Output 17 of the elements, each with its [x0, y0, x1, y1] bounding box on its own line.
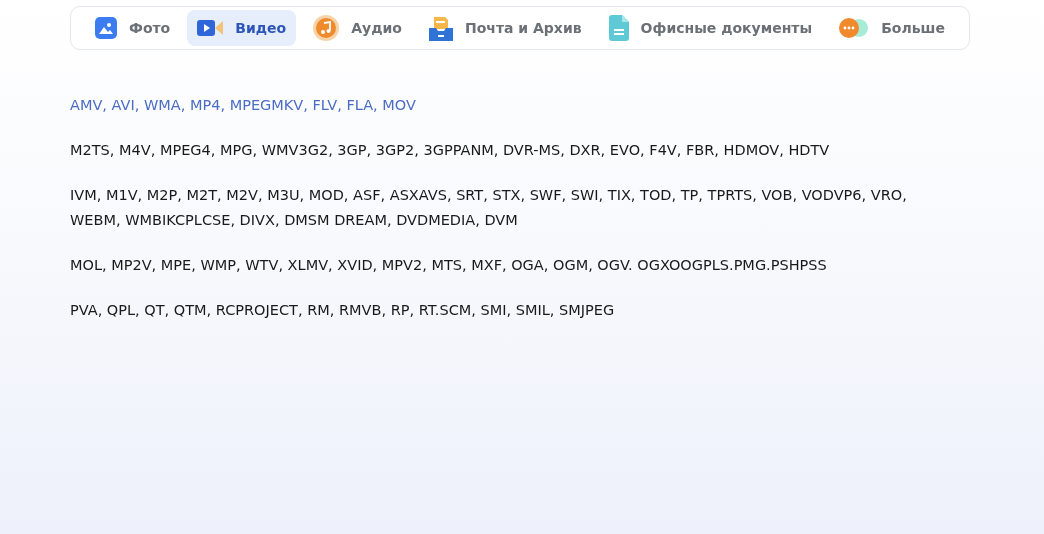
image-icon	[95, 17, 117, 39]
category-tab[interactable]: Почта и Архив	[418, 10, 592, 46]
inbox-tray-icon	[428, 15, 453, 41]
format-list-text: MOL, MP2V, MPE, WMP, WTV, XLMV, XVID, MPV2, MTS, MXF, OGA, OGM, OGV. OGXOOGPLS.PMG.PSHPSS	[70, 256, 828, 275]
format-list-text: IVM, M1V, M2P, M2T, M2V, M3U, MOD, ASF, ASXAVS, SRT, STX, SWF, SWI, TIX, TOD, TP, TPRTS, VOB, VODVP6, VRO, WEBM, WMBIKCPLCSE, DIVX, DMSM DREAM, DVDMEDIA, DVM	[70, 186, 908, 230]
format-list-text: PVA, QPL, QT, QTM, RCPROJECT, RM, RMVB, RP, RT.SCM, SMI, SMIL, SMJPEG	[70, 301, 616, 320]
format-list-text: M2TS, M4V, MPEG4, MPG, WMV3G2, 3GP, 3GP2, 3GPPANM, DVR-MS, DXR, EVO, F4V, FBR, HDMOV, HDTV	[70, 141, 831, 160]
document-icon	[608, 15, 629, 41]
category-tab[interactable]: Аудио	[303, 10, 412, 46]
more-dots-icon	[839, 18, 870, 38]
music-note-icon	[313, 15, 340, 41]
category-tab[interactable]: Видео	[187, 10, 297, 46]
video-camera-icon	[197, 18, 224, 38]
format-list-text: AMV, AVI, WMA, MP4, MPEGMKV, FLV, FLA, MOV	[70, 96, 417, 115]
category-tab[interactable]: Офисные документы	[598, 10, 823, 46]
category-tab[interactable]: Больше	[829, 10, 955, 46]
category-tab[interactable]: Фото	[85, 10, 181, 46]
